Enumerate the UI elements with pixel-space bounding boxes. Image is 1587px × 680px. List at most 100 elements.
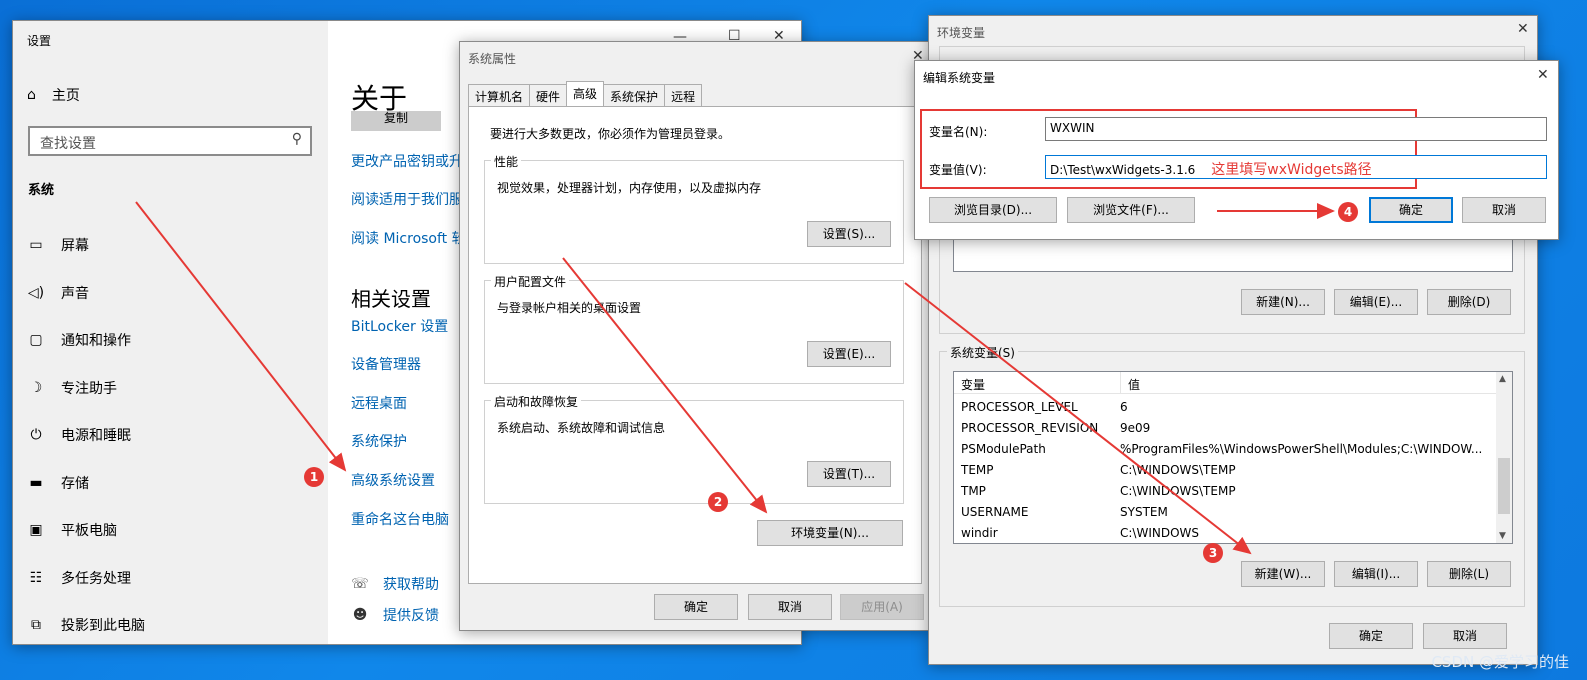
- nav-item-sound[interactable]: ◁) 声音: [27, 283, 89, 303]
- row-name: TEMP: [961, 463, 994, 477]
- system-edit-button[interactable]: 编辑(I)...: [1334, 561, 1418, 587]
- cancel-button[interactable]: 取消: [1462, 197, 1546, 223]
- scroll-up-icon[interactable]: ▲: [1499, 374, 1506, 384]
- startup-settings-button[interactable]: 设置(T)...: [807, 461, 891, 487]
- link-service-agreement[interactable]: 阅读适用于我们服: [351, 189, 463, 209]
- cancel-button[interactable]: 取消: [748, 594, 832, 620]
- feedback-icon: ☻: [352, 607, 368, 623]
- performance-settings-button[interactable]: 设置(S)...: [807, 221, 891, 247]
- environment-variables-button[interactable]: 环境变量(N)...: [757, 520, 903, 546]
- nav-item-label: 电源和睡眠: [61, 428, 131, 444]
- advanced-tab-page: 要进行大多数更改，你必须作为管理员登录。 性能 视觉效果，处理器计划，内存使用，…: [468, 106, 922, 584]
- link-remote-desktop[interactable]: 远程桌面: [351, 393, 407, 413]
- link-bitlocker[interactable]: BitLocker 设置: [351, 316, 448, 336]
- user-edit-button[interactable]: 编辑(E)...: [1334, 289, 1418, 315]
- close-icon[interactable]: ✕: [1517, 21, 1529, 37]
- nav-item-label: 平板电脑: [61, 523, 117, 539]
- nav-item-tablet[interactable]: ▣ 平板电脑: [27, 520, 117, 540]
- link-advanced-system-settings[interactable]: 高级系统设置: [351, 470, 435, 490]
- feedback-link[interactable]: ☻ 提供反馈: [351, 605, 439, 625]
- watermark: CSDN @爱学习的佳: [1431, 653, 1569, 671]
- moon-icon: ☽: [29, 380, 43, 396]
- projector-icon: ⧉: [31, 617, 41, 633]
- nav-item-multitasking[interactable]: ☷ 多任务处理: [27, 568, 131, 588]
- link-system-protection[interactable]: 系统保护: [351, 431, 407, 451]
- table-row[interactable]: TMP C:\WINDOWS\TEMP: [954, 484, 1490, 498]
- nav-item-label: 声音: [61, 286, 89, 302]
- storage-icon: ▬: [29, 475, 43, 491]
- nav-item-storage[interactable]: ▬ 存储: [27, 473, 89, 493]
- step-marker-2: 2: [708, 492, 728, 512]
- table-row[interactable]: TEMP C:\WINDOWS\TEMP: [954, 463, 1490, 477]
- settings-title: 设置: [27, 34, 52, 48]
- ok-button[interactable]: 确定: [1369, 197, 1453, 223]
- search-icon: ⚲: [291, 131, 302, 147]
- get-help-link[interactable]: ☏ 获取帮助: [351, 574, 439, 594]
- startup-recovery-group: 启动和故障恢复 系统启动、系统故障和调试信息 设置(T)...: [484, 393, 904, 504]
- tab-system-protection[interactable]: 系统保护: [603, 84, 666, 106]
- step-marker-1: 1: [304, 467, 324, 487]
- tab-computer-name[interactable]: 计算机名: [468, 84, 531, 106]
- group-description: 与登录帐户相关的桌面设置: [497, 301, 642, 315]
- table-row[interactable]: PSModulePath %ProgramFiles%\WindowsPowerS…: [954, 442, 1490, 456]
- apply-button[interactable]: 应用(A): [840, 594, 924, 620]
- ok-button[interactable]: 确定: [654, 594, 738, 620]
- system-variables-list[interactable]: 变量 值 PROCESSOR_LEVEL 6 PROCESSOR_REVISION…: [953, 371, 1513, 544]
- scroll-down-icon[interactable]: ▼: [1499, 531, 1506, 541]
- column-header-value[interactable]: 值: [1120, 372, 1147, 393]
- close-icon[interactable]: ✕: [1537, 67, 1549, 83]
- variable-value-input[interactable]: D:\Test\wxWidgets-3.1.6 这里填写wxWidgets路径: [1045, 155, 1547, 179]
- nav-item-label: 通知和操作: [61, 333, 131, 349]
- variable-name-label: 变量名(N):: [929, 125, 988, 139]
- nav-section-title: 系统: [28, 183, 55, 198]
- annotation-note: 这里填写wxWidgets路径: [1211, 162, 1372, 178]
- nav-home[interactable]: ⌂ 主页: [27, 85, 80, 105]
- variable-name-input[interactable]: WXWIN: [1045, 117, 1547, 141]
- user-delete-button[interactable]: 删除(D): [1427, 289, 1511, 315]
- nav-home-label: 主页: [51, 88, 80, 104]
- tab-bar: 计算机名 硬件 高级 系统保护 远程: [468, 81, 703, 106]
- link-license-terms[interactable]: 阅读 Microsoft 软: [351, 228, 466, 248]
- row-name: TMP: [961, 484, 986, 498]
- variable-value-text: D:\Test\wxWidgets-3.1.6: [1050, 163, 1196, 177]
- row-name: windir: [961, 526, 998, 540]
- nav-item-projecting[interactable]: ⧉ 投影到此电脑: [27, 615, 145, 635]
- user-profiles-settings-button[interactable]: 设置(E)...: [807, 341, 891, 367]
- cancel-button[interactable]: 取消: [1423, 623, 1507, 649]
- step-marker-3: 3: [1203, 543, 1223, 563]
- browse-file-button[interactable]: 浏览文件(F)...: [1067, 197, 1195, 223]
- scroll-thumb[interactable]: [1498, 458, 1510, 514]
- system-new-button[interactable]: 新建(W)...: [1241, 561, 1325, 587]
- tab-hardware[interactable]: 硬件: [529, 84, 568, 106]
- link-device-manager[interactable]: 设备管理器: [351, 354, 421, 374]
- speaker-icon: ◁): [27, 285, 45, 301]
- group-label: 性能: [491, 153, 522, 170]
- nav-item-display[interactable]: ▭ 屏幕: [27, 235, 89, 255]
- search-input[interactable]: 查找设置 ⚲: [28, 126, 312, 156]
- tab-remote[interactable]: 远程: [664, 84, 703, 106]
- tab-advanced[interactable]: 高级: [566, 81, 605, 106]
- nav-item-focus-assist[interactable]: ☽ 专注助手: [27, 378, 117, 398]
- group-label: 启动和故障恢复: [491, 393, 582, 410]
- help-chat-icon: ☏: [351, 576, 369, 592]
- browse-directory-button[interactable]: 浏览目录(D)...: [929, 197, 1057, 223]
- user-new-button[interactable]: 新建(N)...: [1241, 289, 1325, 315]
- copy-button[interactable]: 复制: [351, 111, 441, 131]
- system-delete-button[interactable]: 删除(L): [1427, 561, 1511, 587]
- row-name: PROCESSOR_LEVEL: [961, 400, 1078, 414]
- row-value: C:\WINDOWS: [1120, 526, 1200, 540]
- row-value: %ProgramFiles%\WindowsPowerShell\Modules…: [1120, 442, 1483, 456]
- table-row[interactable]: PROCESSOR_LEVEL 6: [954, 400, 1490, 414]
- column-header-variable[interactable]: 变量: [954, 372, 1120, 393]
- row-value: 6: [1120, 400, 1128, 414]
- link-rename-pc[interactable]: 重命名这台电脑: [351, 509, 449, 529]
- table-row[interactable]: PROCESSOR_REVISION 9e09: [954, 421, 1490, 435]
- nav-item-notifications[interactable]: ▢ 通知和操作: [27, 330, 131, 350]
- table-row[interactable]: USERNAME SYSTEM: [954, 505, 1490, 519]
- user-profiles-group: 用户配置文件 与登录帐户相关的桌面设置 设置(E)...: [484, 273, 904, 384]
- nav-item-power[interactable]: ⏻ 电源和睡眠: [27, 425, 131, 445]
- table-row[interactable]: windir C:\WINDOWS: [954, 526, 1490, 540]
- vertical-scrollbar[interactable]: ▲ ▼: [1496, 372, 1512, 543]
- ok-button[interactable]: 确定: [1329, 623, 1413, 649]
- link-change-product-key[interactable]: 更改产品密钥或升: [351, 151, 463, 171]
